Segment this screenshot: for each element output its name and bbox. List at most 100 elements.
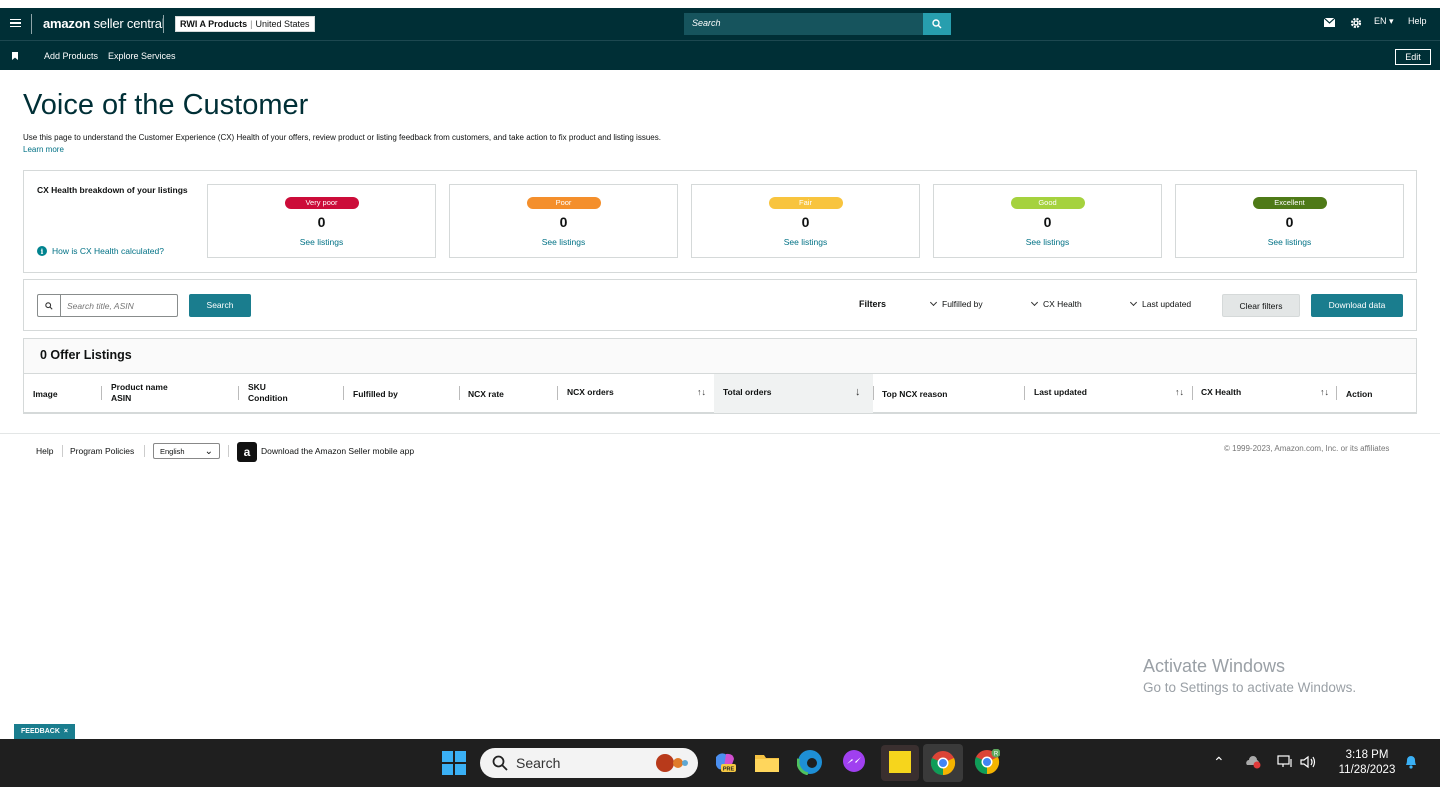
- offer-listings-count: 0 Offer Listings: [40, 348, 132, 362]
- chevron-down-icon: ⌄: [204, 445, 213, 457]
- caret-down-icon: ▾: [1389, 16, 1394, 26]
- help-link[interactable]: Help: [1408, 16, 1427, 26]
- watermark-line1: Activate Windows: [1143, 656, 1286, 676]
- listing-search-input[interactable]: [61, 300, 171, 311]
- footer-language-select[interactable]: English ⌄: [153, 443, 220, 459]
- col-total-orders[interactable]: Total orders: [723, 387, 772, 398]
- close-icon[interactable]: ×: [64, 728, 68, 735]
- fulfilled-by-filter[interactable]: Fulfilled by: [929, 298, 983, 309]
- sticky-note-shape: [889, 751, 911, 773]
- column-divider: [238, 386, 239, 400]
- arrow-down-icon[interactable]: ↓: [855, 386, 861, 398]
- cx-count: 0: [1285, 214, 1294, 230]
- search-icon: [932, 19, 942, 29]
- cx-badge: Good: [1010, 197, 1085, 209]
- cx-card-poor: Poor 0 See listings: [449, 184, 678, 258]
- logo-suffix: seller central: [90, 16, 165, 31]
- col-sku-label: SKU: [248, 382, 266, 392]
- taskbar-search[interactable]: Search: [480, 748, 698, 778]
- onedrive-icon[interactable]: [1244, 755, 1262, 772]
- cx-count: 0: [801, 214, 810, 230]
- learn-more-link[interactable]: Learn more: [23, 145, 64, 154]
- col-image: Image: [33, 389, 58, 399]
- cx-health-filter-label: CX Health: [1043, 299, 1082, 309]
- copyright: © 1999-2023, Amazon.com, Inc. or its aff…: [1224, 444, 1390, 453]
- cx-count: 0: [559, 214, 568, 230]
- feedback-label: FEEDBACK: [21, 728, 60, 735]
- search-icon: [38, 295, 61, 316]
- bookmark-icon[interactable]: [12, 52, 18, 60]
- store-selector[interactable]: RWI A Products | United States: [175, 16, 315, 32]
- volume-icon[interactable]: [1300, 755, 1318, 772]
- footer-language-value: English: [160, 446, 185, 456]
- amazon-app-icon[interactable]: a: [237, 442, 257, 462]
- global-search-button[interactable]: [923, 13, 951, 35]
- chrome-profile-icon[interactable]: R: [974, 748, 1001, 775]
- col-ncx-rate[interactable]: NCX rate: [468, 389, 504, 400]
- file-explorer-icon[interactable]: [754, 749, 780, 775]
- network-icon[interactable]: [1277, 755, 1293, 772]
- column-divider: [1192, 386, 1193, 400]
- gear-icon[interactable]: [1350, 17, 1362, 31]
- last-updated-filter[interactable]: Last updated: [1129, 298, 1192, 309]
- footer-help-link[interactable]: Help: [36, 446, 53, 456]
- notification-bell-icon[interactable]: [1404, 754, 1418, 773]
- mobile-app-link[interactable]: Download the Amazon Seller mobile app: [261, 446, 414, 456]
- see-listings-link[interactable]: See listings: [692, 237, 919, 247]
- clock[interactable]: 3:18 PM 11/28/2023: [1333, 748, 1401, 778]
- col-product-name[interactable]: Product name ASIN: [111, 382, 168, 404]
- seller-central-logo[interactable]: amazon seller central: [43, 16, 165, 31]
- copilot-icon[interactable]: PRE: [712, 749, 738, 775]
- sort-icon[interactable]: ↑↓: [1320, 387, 1329, 397]
- program-policies-link[interactable]: Program Policies: [70, 446, 134, 456]
- col-ncx-orders[interactable]: NCX orders: [567, 387, 614, 398]
- edit-nav-button[interactable]: Edit: [1395, 49, 1431, 65]
- col-fulfilled-by[interactable]: Fulfilled by: [353, 389, 398, 400]
- nav-add-products[interactable]: Add Products: [44, 51, 98, 61]
- search-button[interactable]: Search: [189, 294, 251, 317]
- column-divider: [343, 386, 344, 400]
- cx-health-label: CX Health breakdown of your listings: [37, 185, 188, 195]
- nav-explore-services[interactable]: Explore Services: [108, 51, 176, 61]
- column-divider: [459, 386, 460, 400]
- cx-health-calc-link[interactable]: i How is CX Health calculated?: [37, 246, 164, 256]
- col-cx-health[interactable]: CX Health: [1201, 387, 1241, 398]
- chrome-icon-active[interactable]: [923, 744, 963, 782]
- top-strip: [0, 0, 1440, 8]
- see-listings-link[interactable]: See listings: [934, 237, 1161, 247]
- windows-start-icon[interactable]: [442, 751, 466, 775]
- cx-badge: Fair: [768, 197, 843, 209]
- last-updated-filter-label: Last updated: [1142, 299, 1192, 309]
- cx-count: 0: [1043, 214, 1052, 230]
- cx-badge: Very poor: [284, 197, 359, 209]
- cx-health-filter[interactable]: CX Health: [1030, 298, 1082, 309]
- cx-badge: Poor: [526, 197, 601, 209]
- sticky-notes-icon[interactable]: [881, 745, 919, 781]
- sort-icon[interactable]: ↑↓: [697, 387, 706, 397]
- messenger-icon[interactable]: [841, 749, 867, 775]
- hamburger-menu-icon[interactable]: [10, 16, 21, 30]
- col-product-name-label: Product name: [111, 382, 168, 392]
- clock-date: 11/28/2023: [1338, 764, 1396, 776]
- see-listings-link[interactable]: See listings: [208, 237, 435, 247]
- column-divider: [557, 386, 558, 400]
- see-listings-link[interactable]: See listings: [450, 237, 677, 247]
- edge-icon[interactable]: [796, 748, 824, 776]
- clear-filters-button[interactable]: Clear filters: [1222, 294, 1300, 317]
- listing-search-field[interactable]: [37, 294, 178, 317]
- chevron-down-icon: [1030, 298, 1039, 307]
- sort-icon[interactable]: ↑↓: [1175, 387, 1184, 397]
- col-last-updated[interactable]: Last updated: [1034, 387, 1087, 398]
- global-search-input[interactable]: Search: [684, 13, 923, 35]
- language-selector[interactable]: EN ▾: [1374, 16, 1394, 27]
- feedback-button[interactable]: FEEDBACK ×: [14, 724, 75, 739]
- col-top-ncx-reason[interactable]: Top NCX reason: [882, 389, 948, 400]
- cx-card-fair: Fair 0 See listings: [691, 184, 920, 258]
- col-sku[interactable]: SKU Condition: [248, 382, 288, 404]
- see-listings-link[interactable]: See listings: [1176, 237, 1403, 247]
- mail-icon[interactable]: [1323, 17, 1336, 29]
- chevron-up-icon[interactable]: ⌃: [1213, 754, 1225, 771]
- download-data-button[interactable]: Download data: [1311, 294, 1403, 317]
- clock-time: 3:18 PM: [1345, 749, 1389, 761]
- divider: [144, 445, 145, 457]
